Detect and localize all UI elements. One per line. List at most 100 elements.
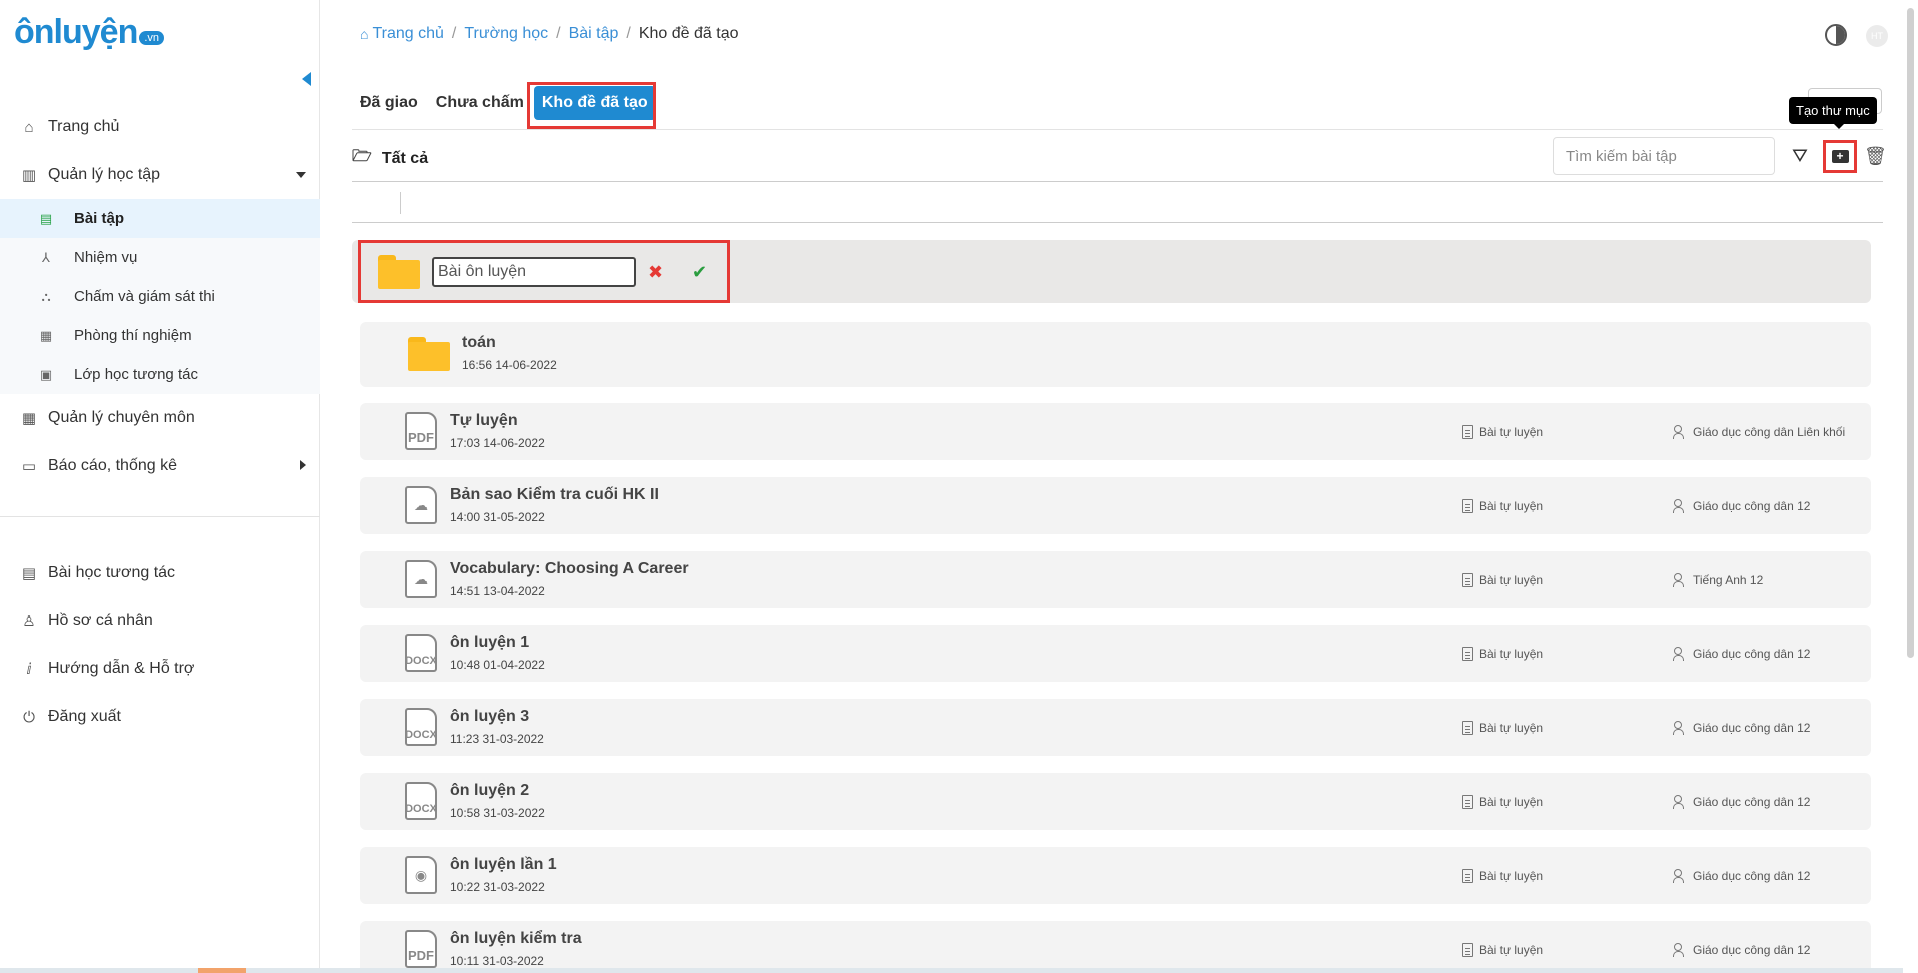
sidebar-item-lab[interactable]: ▦ Phòng thí nghiệm bbox=[0, 316, 320, 355]
sidebar-item-exercises[interactable]: ▤ Bài tập bbox=[0, 199, 320, 238]
breadcrumb-separator: / bbox=[626, 25, 631, 42]
cloud-file-icon: ☁ bbox=[405, 486, 437, 524]
breadcrumb-separator: / bbox=[556, 25, 561, 42]
user-list-icon bbox=[1673, 943, 1687, 957]
sidebar-item-label: Hướng dẫn & Hỗ trợ bbox=[48, 660, 195, 677]
logo[interactable]: ônluyện .vn bbox=[14, 12, 165, 52]
home-icon: ⌂ bbox=[24, 118, 34, 136]
user-list-icon bbox=[1673, 647, 1687, 661]
breadcrumb-exercises[interactable]: Bài tập bbox=[569, 25, 619, 43]
list-item[interactable]: DOCX ôn luyện 1 10:48 01-04-2022 Bài tự … bbox=[360, 625, 1871, 682]
folder-icon bbox=[408, 337, 450, 371]
folder-row[interactable]: toán 16:56 14-06-2022 bbox=[360, 322, 1871, 387]
open-folder-icon: 🗁 bbox=[352, 148, 372, 165]
breadcrumb-school[interactable]: Trường học bbox=[464, 25, 548, 43]
document-icon bbox=[1462, 943, 1473, 957]
document-icon bbox=[1462, 721, 1473, 735]
create-folder-button[interactable]: + bbox=[1823, 140, 1857, 173]
folder-all[interactable]: 🗁 Tất cả bbox=[352, 145, 428, 172]
user-list-icon bbox=[1673, 573, 1687, 587]
report-icon: ▭ bbox=[21, 458, 37, 475]
scrollbar[interactable] bbox=[1903, 0, 1918, 973]
list-item[interactable]: DOCX ôn luyện 2 10:58 31-03-2022 Bài tự … bbox=[360, 773, 1871, 830]
user-icon: ♙ bbox=[22, 613, 36, 630]
sub-toolbar bbox=[352, 183, 1883, 223]
sidebar-item-label: Chấm và giám sát thi bbox=[74, 288, 215, 305]
collapse-sidebar-icon[interactable] bbox=[302, 72, 311, 86]
user-list-icon bbox=[1673, 499, 1687, 513]
sidebar-item-label: Bài học tương tác bbox=[48, 564, 176, 581]
breadcrumb-home[interactable]: Trang chủ bbox=[372, 25, 443, 43]
filter-icon[interactable]: ⛛ bbox=[1792, 146, 1808, 168]
document-icon bbox=[1462, 647, 1473, 661]
item-date: 10:48 01-04-2022 bbox=[450, 658, 545, 672]
sidebar-subnav: ▤ Bài tập ⅄ Nhiệm vụ ⛬ Chấm và giám sát … bbox=[0, 199, 320, 394]
sidebar-divider bbox=[0, 516, 320, 517]
breadcrumb-current: Kho đề đã tạo bbox=[638, 25, 739, 42]
sidebar-item-tasks[interactable]: ⅄ Nhiệm vụ bbox=[0, 238, 320, 277]
list-item[interactable]: PDF ôn luyện kiểm tra 10:11 31-03-2022 B… bbox=[360, 921, 1871, 968]
scrollbar-thumb[interactable] bbox=[1907, 8, 1914, 658]
item-date: 17:03 14-06-2022 bbox=[450, 436, 545, 450]
avatar[interactable]: HT bbox=[1866, 25, 1888, 47]
item-date: 14:00 31-05-2022 bbox=[450, 510, 545, 524]
item-title: Tự luyện bbox=[450, 412, 518, 429]
sidebar-item-home[interactable]: ⌂ Trang chủ bbox=[0, 103, 320, 151]
sidebar-item-learning[interactable]: ▥ Quản lý học tập bbox=[0, 151, 320, 199]
folder-name-input[interactable] bbox=[432, 257, 636, 287]
chevron-right-icon bbox=[300, 460, 306, 470]
cancel-icon[interactable]: ✖ bbox=[648, 262, 663, 283]
sidebar-item-exam-monitoring[interactable]: ⛬ Chấm và giám sát thi bbox=[0, 277, 320, 316]
sidebar-nav-bottom: ▤ Bài học tương tác ♙ Hồ sơ cá nhân ⅈ Hư… bbox=[0, 549, 320, 741]
item-date: 10:11 31-03-2022 bbox=[450, 954, 544, 968]
sidebar-item-label: Quản lý chuyên môn bbox=[48, 409, 195, 426]
trash-icon[interactable]: 🗑 bbox=[1864, 146, 1887, 167]
sidebar-item-profile[interactable]: ♙ Hồ sơ cá nhân bbox=[0, 597, 320, 645]
sidebar-item-label: Đăng xuất bbox=[48, 708, 121, 725]
sidebar-item-logout[interactable]: ⏻ Đăng xuất bbox=[0, 693, 320, 741]
sidebar-item-interactive-class[interactable]: ▣ Lớp học tương tác bbox=[0, 355, 320, 394]
item-subject: Giáo dục công dân 12 bbox=[1673, 499, 1810, 513]
tooltip: Tạo thư mục bbox=[1789, 97, 1877, 129]
item-date: 10:22 31-03-2022 bbox=[450, 880, 545, 894]
breadcrumb-separator: / bbox=[451, 25, 457, 42]
item-subject: Giáo dục công dân 12 bbox=[1673, 795, 1810, 809]
sidebar-item-interactive-lessons[interactable]: ▤ Bài học tương tác bbox=[0, 549, 320, 597]
tab-ungraded[interactable]: Chưa chấm bbox=[428, 86, 532, 120]
list-item[interactable]: ☁ Vocabulary: Choosing A Career 14:51 13… bbox=[360, 551, 1871, 608]
school-icon: ▥ bbox=[21, 167, 37, 184]
tab-assigned[interactable]: Đã giao bbox=[352, 86, 426, 120]
chevron-down-icon bbox=[296, 172, 306, 178]
confirm-icon[interactable]: ✔ bbox=[692, 262, 707, 283]
item-type: Bài tự luyện bbox=[1462, 869, 1543, 883]
contrast-toggle-icon[interactable] bbox=[1825, 24, 1847, 46]
document-icon bbox=[1462, 795, 1473, 809]
user-list-icon bbox=[1673, 721, 1687, 735]
sidebar-item-reports[interactable]: ▭ Báo cáo, thống kê bbox=[0, 442, 320, 490]
logo-text: ônluyện bbox=[14, 12, 138, 51]
user-list-icon bbox=[1673, 425, 1687, 439]
item-subject: Giáo dục công dân 12 bbox=[1673, 943, 1810, 957]
list-item[interactable]: PDF Tự luyện 17:03 14-06-2022 Bài tự luy… bbox=[360, 403, 1871, 460]
search-input[interactable] bbox=[1553, 137, 1775, 175]
item-title: Vocabulary: Choosing A Career bbox=[450, 560, 689, 577]
list-item[interactable]: DOCX ôn luyện 3 11:23 31-03-2022 Bài tự … bbox=[360, 699, 1871, 756]
sidebar-nav: ⌂ Trang chủ ▥ Quản lý học tập ▤ Bài tập … bbox=[0, 103, 320, 490]
sidebar-item-label: Phòng thí nghiệm bbox=[74, 327, 192, 344]
item-type: Bài tự luyện bbox=[1462, 573, 1543, 587]
sidebar-item-label: Trang chủ bbox=[48, 118, 120, 135]
list-item[interactable]: ◉ ôn luyện lần 1 10:22 31-03-2022 Bài tự… bbox=[360, 847, 1871, 904]
docx-file-icon: DOCX bbox=[405, 634, 437, 672]
item-type: Bài tự luyện bbox=[1462, 795, 1543, 809]
lesson-icon: ▤ bbox=[21, 565, 37, 582]
folder-name: toán bbox=[462, 334, 496, 351]
breadcrumb: ⌂ Trang chủ / Trường học / Bài tập / Kho… bbox=[360, 25, 738, 43]
item-title: ôn luyện 1 bbox=[450, 634, 530, 651]
sidebar-item-help[interactable]: ⅈ Hướng dẫn & Hỗ trợ bbox=[0, 645, 320, 693]
list-item[interactable]: ☁ Bản sao Kiểm tra cuối HK II 14:00 31-0… bbox=[360, 477, 1871, 534]
sidebar-item-label: Nhiệm vụ bbox=[74, 249, 138, 266]
bottom-progress-bar bbox=[0, 968, 1903, 973]
sidebar-item-professional[interactable]: ▦ Quản lý chuyên môn bbox=[0, 394, 320, 442]
exam-icon: ⛬ bbox=[41, 288, 51, 304]
home-icon: ⌂ bbox=[360, 26, 369, 42]
